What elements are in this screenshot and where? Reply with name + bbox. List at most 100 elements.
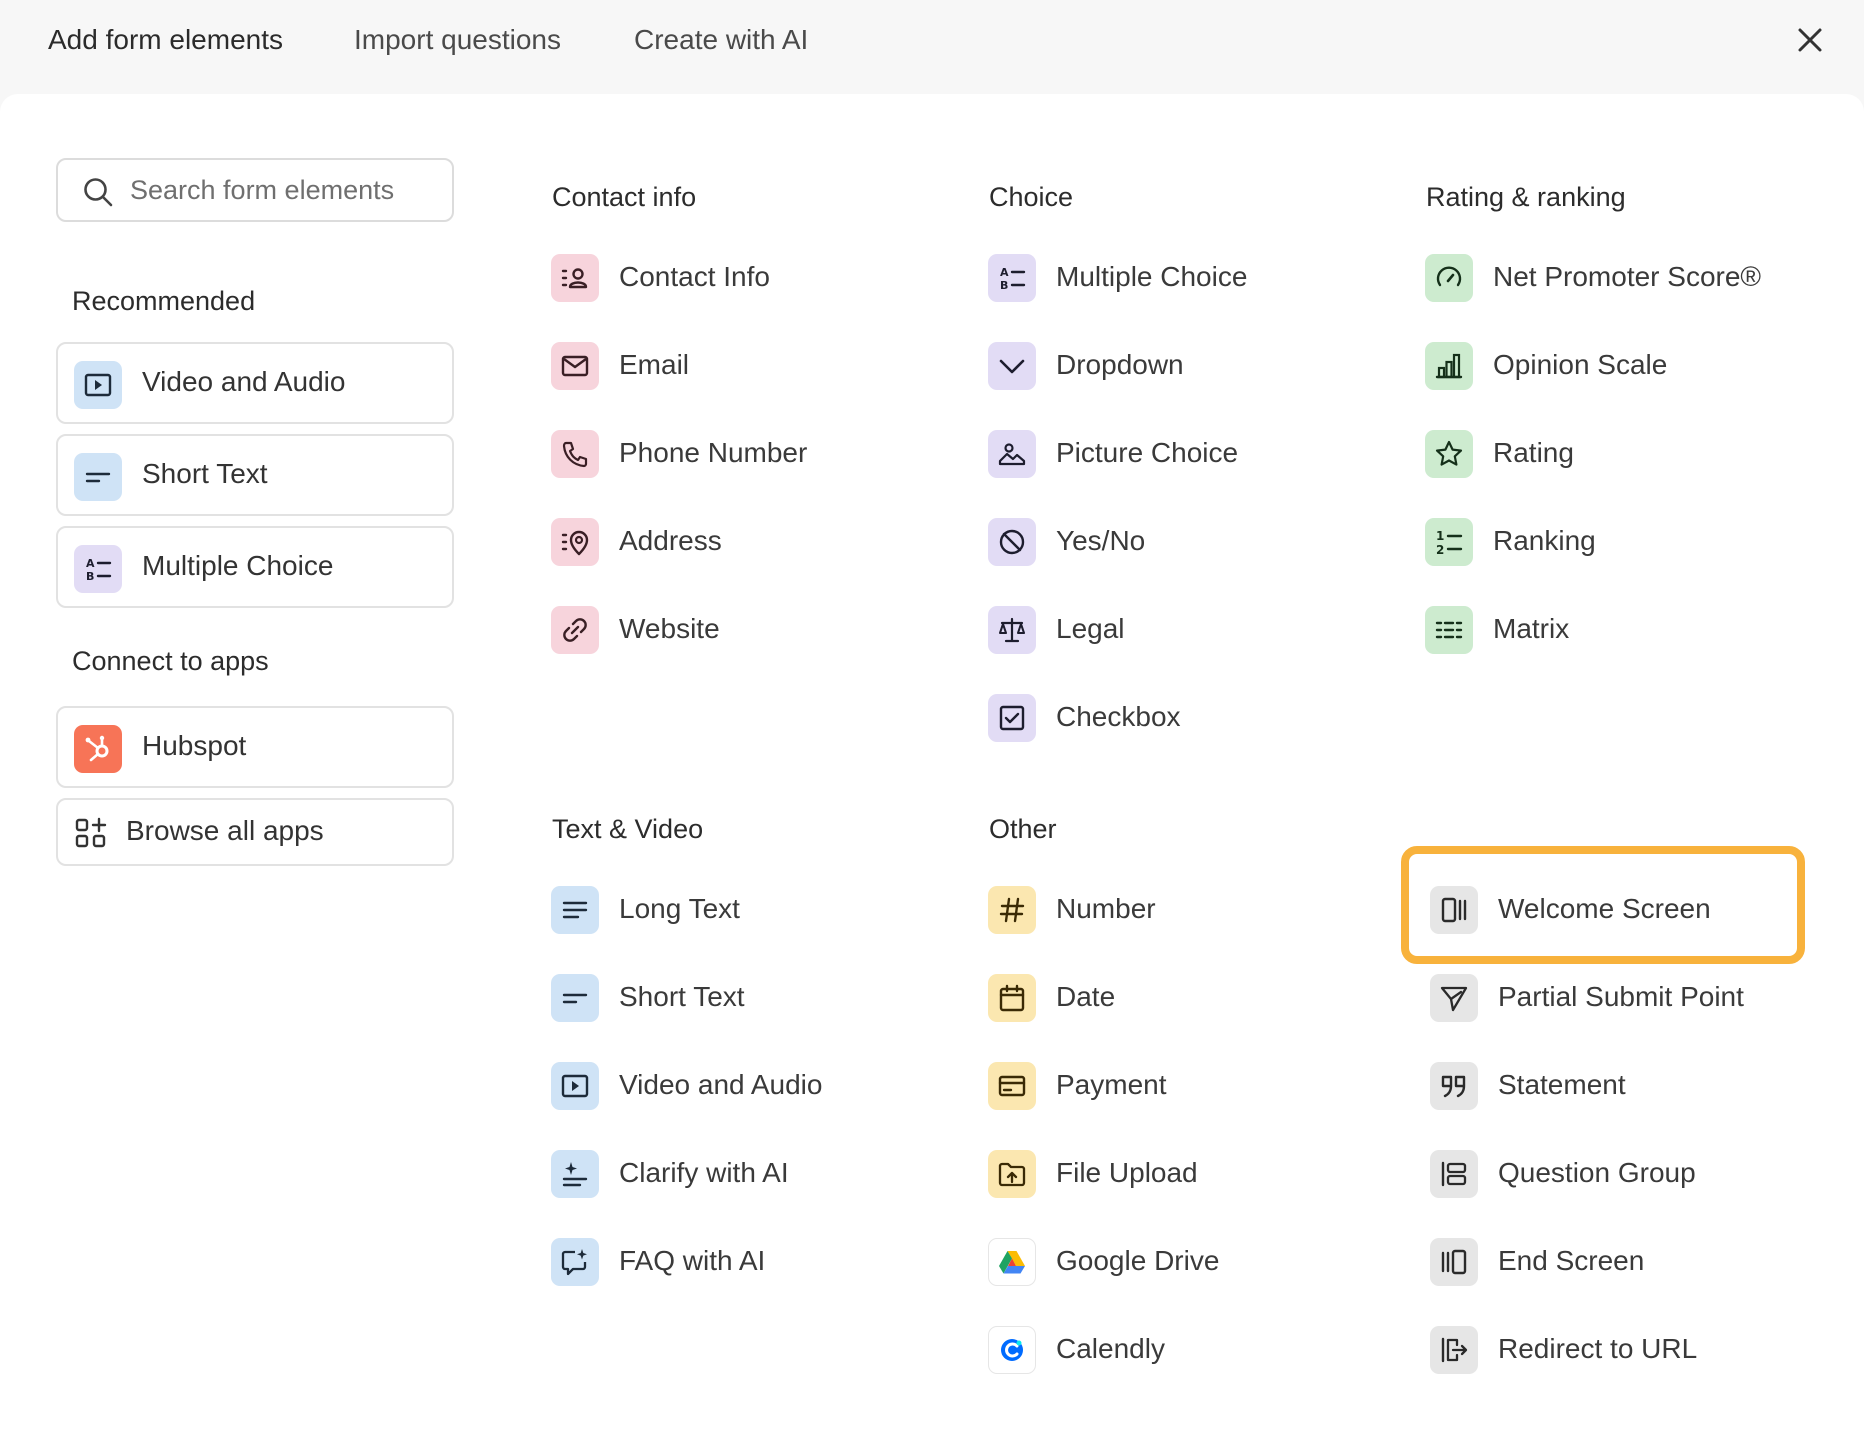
tab-import-questions[interactable]: Import questions: [354, 20, 561, 60]
tab-create-with-ai[interactable]: Create with AI: [634, 20, 808, 60]
element-label: Partial Submit Point: [1498, 981, 1744, 1012]
hash-icon: [988, 886, 1036, 934]
contact-info-heading: Contact info: [552, 182, 697, 212]
recommended-multiple-choice[interactable]: AB Multiple Choice: [56, 526, 454, 608]
search-box[interactable]: [56, 158, 454, 222]
card-label: Video and Audio: [142, 366, 346, 397]
element-label: Welcome Screen: [1498, 893, 1711, 924]
svg-text:A: A: [86, 557, 95, 570]
recommended-heading: Recommended: [72, 286, 256, 316]
element-label: Ranking: [1493, 525, 1596, 556]
element-label: Clarify with AI: [619, 1157, 789, 1188]
calendar-icon: [988, 974, 1036, 1022]
svg-text:B: B: [1000, 279, 1008, 292]
element-label: Opinion Scale: [1493, 349, 1668, 380]
close-icon[interactable]: [1792, 22, 1828, 58]
credit-card-icon: [988, 1062, 1036, 1110]
question-group-icon: [1430, 1150, 1478, 1198]
element-label: Phone Number: [619, 437, 808, 468]
picture-icon: [988, 430, 1036, 478]
card-label: Hubspot: [142, 730, 247, 761]
top-bar: Add form elements Import questions Creat…: [0, 0, 1864, 94]
element-label: End Screen: [1498, 1245, 1645, 1276]
card-label: Browse all apps: [126, 815, 324, 846]
faq-ai-icon: [551, 1238, 599, 1286]
browse-all-apps[interactable]: Browse all apps: [56, 798, 454, 866]
phone-icon: [551, 430, 599, 478]
choice-heading: Choice: [989, 182, 1074, 212]
multiple-choice-icon: AB: [988, 254, 1036, 302]
recommended-video-and-audio[interactable]: Video and Audio: [56, 342, 454, 424]
element-label: Contact Info: [619, 261, 770, 292]
element-label: Question Group: [1498, 1157, 1696, 1188]
card-label: Short Text: [142, 458, 268, 489]
element-label: Google Drive: [1056, 1245, 1220, 1276]
hubspot-icon: [74, 725, 122, 773]
welcome-screen-icon: [1430, 886, 1478, 934]
element-label: Email: [619, 349, 690, 380]
address-icon: [551, 518, 599, 566]
multiple-choice-icon: AB: [74, 545, 122, 593]
video-icon: [74, 361, 122, 409]
element-label: Short Text: [619, 981, 745, 1012]
connect-apps-heading: Connect to apps: [72, 646, 269, 676]
element-label: Matrix: [1493, 613, 1570, 644]
svg-text:1: 1: [1436, 529, 1444, 543]
element-label: Website: [619, 613, 720, 644]
element-label: Long Text: [619, 893, 740, 924]
element-label: Statement: [1498, 1069, 1626, 1100]
gauge-icon: [1425, 254, 1473, 302]
scale-icon: [988, 606, 1036, 654]
element-label: Date: [1056, 981, 1116, 1012]
element-label: Legal: [1056, 613, 1125, 644]
link-icon: [551, 606, 599, 654]
element-label: FAQ with AI: [619, 1245, 766, 1276]
yes-no-icon: [988, 518, 1036, 566]
element-label: Video and Audio: [619, 1069, 823, 1100]
svg-text:B: B: [86, 570, 94, 583]
element-label: Calendly: [1056, 1333, 1165, 1364]
element-label: Payment: [1056, 1069, 1167, 1100]
text-video-heading: Text & Video: [552, 814, 704, 844]
element-label: Address: [619, 525, 722, 556]
email-icon: [551, 342, 599, 390]
svg-text:A: A: [1000, 266, 1009, 279]
matrix-icon: [1425, 606, 1473, 654]
element-label: Checkbox: [1056, 701, 1181, 732]
element-label: Number: [1056, 893, 1156, 924]
bar-chart-icon: [1425, 342, 1473, 390]
google-drive-icon: [988, 1238, 1036, 1286]
element-label: File Upload: [1056, 1157, 1198, 1188]
chevron-down-icon: [988, 342, 1036, 390]
tab-add-form-elements[interactable]: Add form elements: [48, 20, 283, 60]
search-icon: [84, 178, 113, 207]
star-icon: [1425, 430, 1473, 478]
rating-ranking-heading: Rating & ranking: [1426, 182, 1626, 212]
send-icon: [1430, 974, 1478, 1022]
folder-upload-icon: [988, 1150, 1036, 1198]
short-text-icon: [74, 453, 122, 501]
checkbox-icon: [988, 694, 1036, 742]
video-icon: [551, 1062, 599, 1110]
element-label: Multiple Choice: [1056, 261, 1248, 292]
ranking-icon: 12: [1425, 518, 1473, 566]
end-screen-icon: [1430, 1238, 1478, 1286]
long-text-icon: [551, 886, 599, 934]
element-label: Net Promoter Score®: [1493, 261, 1762, 292]
quote-icon: [1430, 1062, 1478, 1110]
calendly-icon: [988, 1326, 1036, 1374]
svg-text:2: 2: [1436, 543, 1444, 557]
search-input[interactable]: [130, 170, 440, 210]
other-heading: Other: [989, 814, 1057, 844]
element-label: Redirect to URL: [1498, 1333, 1698, 1364]
element-label: Rating: [1493, 437, 1574, 468]
apps-grid-icon: [74, 816, 108, 850]
contact-icon: [551, 254, 599, 302]
redirect-icon: [1430, 1326, 1478, 1374]
card-label: Multiple Choice: [142, 550, 334, 581]
element-label: Yes/No: [1056, 525, 1146, 556]
app-hubspot[interactable]: Hubspot: [56, 706, 454, 788]
element-label: Dropdown: [1056, 349, 1184, 380]
recommended-short-text[interactable]: Short Text: [56, 434, 454, 516]
clarify-ai-icon: [551, 1150, 599, 1198]
